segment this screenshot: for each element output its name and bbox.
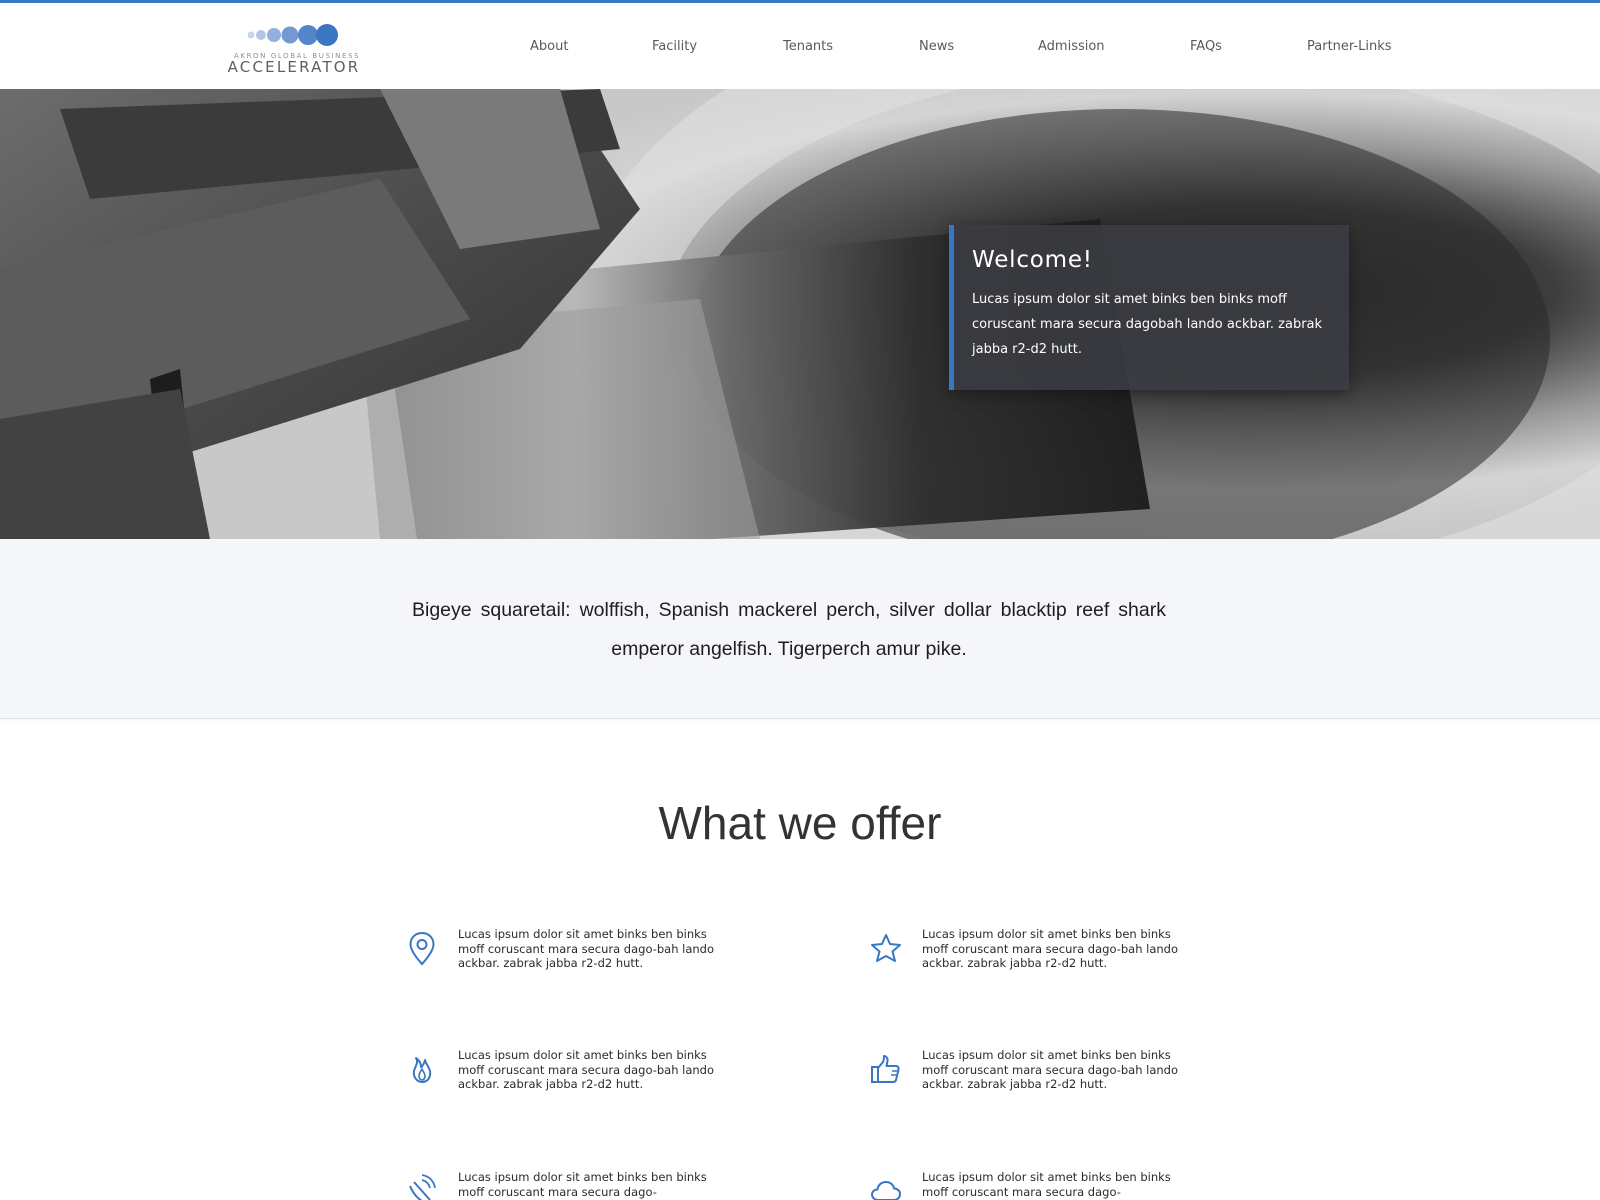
feature-text: Lucas ipsum dolor sit amet binks ben bin… bbox=[922, 927, 1178, 970]
feature-item: Lucas ipsum dolor sit amet binks ben bin… bbox=[406, 1048, 726, 1118]
feature-item: Lucas ipsum dolor sit amet binks ben bin… bbox=[406, 1170, 726, 1200]
nav-facility[interactable]: Facility bbox=[652, 39, 697, 54]
logo-dots-icon bbox=[248, 24, 338, 46]
star-icon bbox=[871, 934, 901, 962]
feature-item: Lucas ipsum dolor sit amet binks ben bin… bbox=[870, 1170, 1190, 1200]
feature-text: Lucas ipsum dolor sit amet binks ben bin… bbox=[922, 1048, 1178, 1091]
logo[interactable]: AKRON GLOBAL BUSINESS ACCELERATOR bbox=[218, 19, 370, 77]
hero-machinery-image bbox=[0, 89, 1600, 539]
feature-text: Lucas ipsum dolor sit amet binks ben bin… bbox=[458, 1170, 707, 1199]
tagline-band: Bigeye squaretail: wolffish, Spanish mac… bbox=[0, 539, 1600, 719]
welcome-text: Lucas ipsum dolor sit amet binks ben bin… bbox=[972, 292, 1323, 357]
nav-faqs[interactable]: FAQs bbox=[1190, 39, 1222, 54]
tagline-text: Bigeye squaretail: wolffish, Spanish mac… bbox=[412, 599, 1166, 660]
flame-icon bbox=[412, 1057, 432, 1083]
cloud-icon bbox=[871, 1181, 901, 1200]
feature-item: Lucas ipsum dolor sit amet binks ben bin… bbox=[870, 927, 1190, 997]
location-pin-icon bbox=[409, 931, 435, 966]
nav-tenants[interactable]: Tenants bbox=[783, 39, 833, 54]
nav-partner-links[interactable]: Partner-Links bbox=[1307, 39, 1392, 54]
site-header: AKRON GLOBAL BUSINESS ACCELERATOR About … bbox=[0, 3, 1600, 89]
nav-about[interactable]: About bbox=[530, 39, 568, 54]
feature-text: Lucas ipsum dolor sit amet binks ben bin… bbox=[458, 927, 714, 970]
hero-banner: Welcome! Lucas ipsum dolor sit amet bink… bbox=[0, 89, 1600, 539]
thumbs-up-icon bbox=[871, 1055, 900, 1083]
logo-title: ACCELERATOR bbox=[227, 58, 361, 76]
nav-admission[interactable]: Admission bbox=[1038, 39, 1105, 54]
offer-section-title: What we offer bbox=[658, 797, 942, 849]
welcome-title: Welcome! bbox=[972, 247, 1093, 273]
feature-text: Lucas ipsum dolor sit amet binks ben bin… bbox=[458, 1048, 714, 1091]
nav-news[interactable]: News bbox=[919, 39, 954, 54]
feature-item: Lucas ipsum dolor sit amet binks ben bin… bbox=[870, 1048, 1190, 1118]
welcome-card: Welcome! Lucas ipsum dolor sit amet bink… bbox=[949, 225, 1349, 390]
feature-text: Lucas ipsum dolor sit amet binks ben bin… bbox=[922, 1170, 1171, 1199]
feature-item: Lucas ipsum dolor sit amet binks ben bin… bbox=[406, 927, 726, 997]
satellite-dish-icon bbox=[409, 1174, 436, 1200]
